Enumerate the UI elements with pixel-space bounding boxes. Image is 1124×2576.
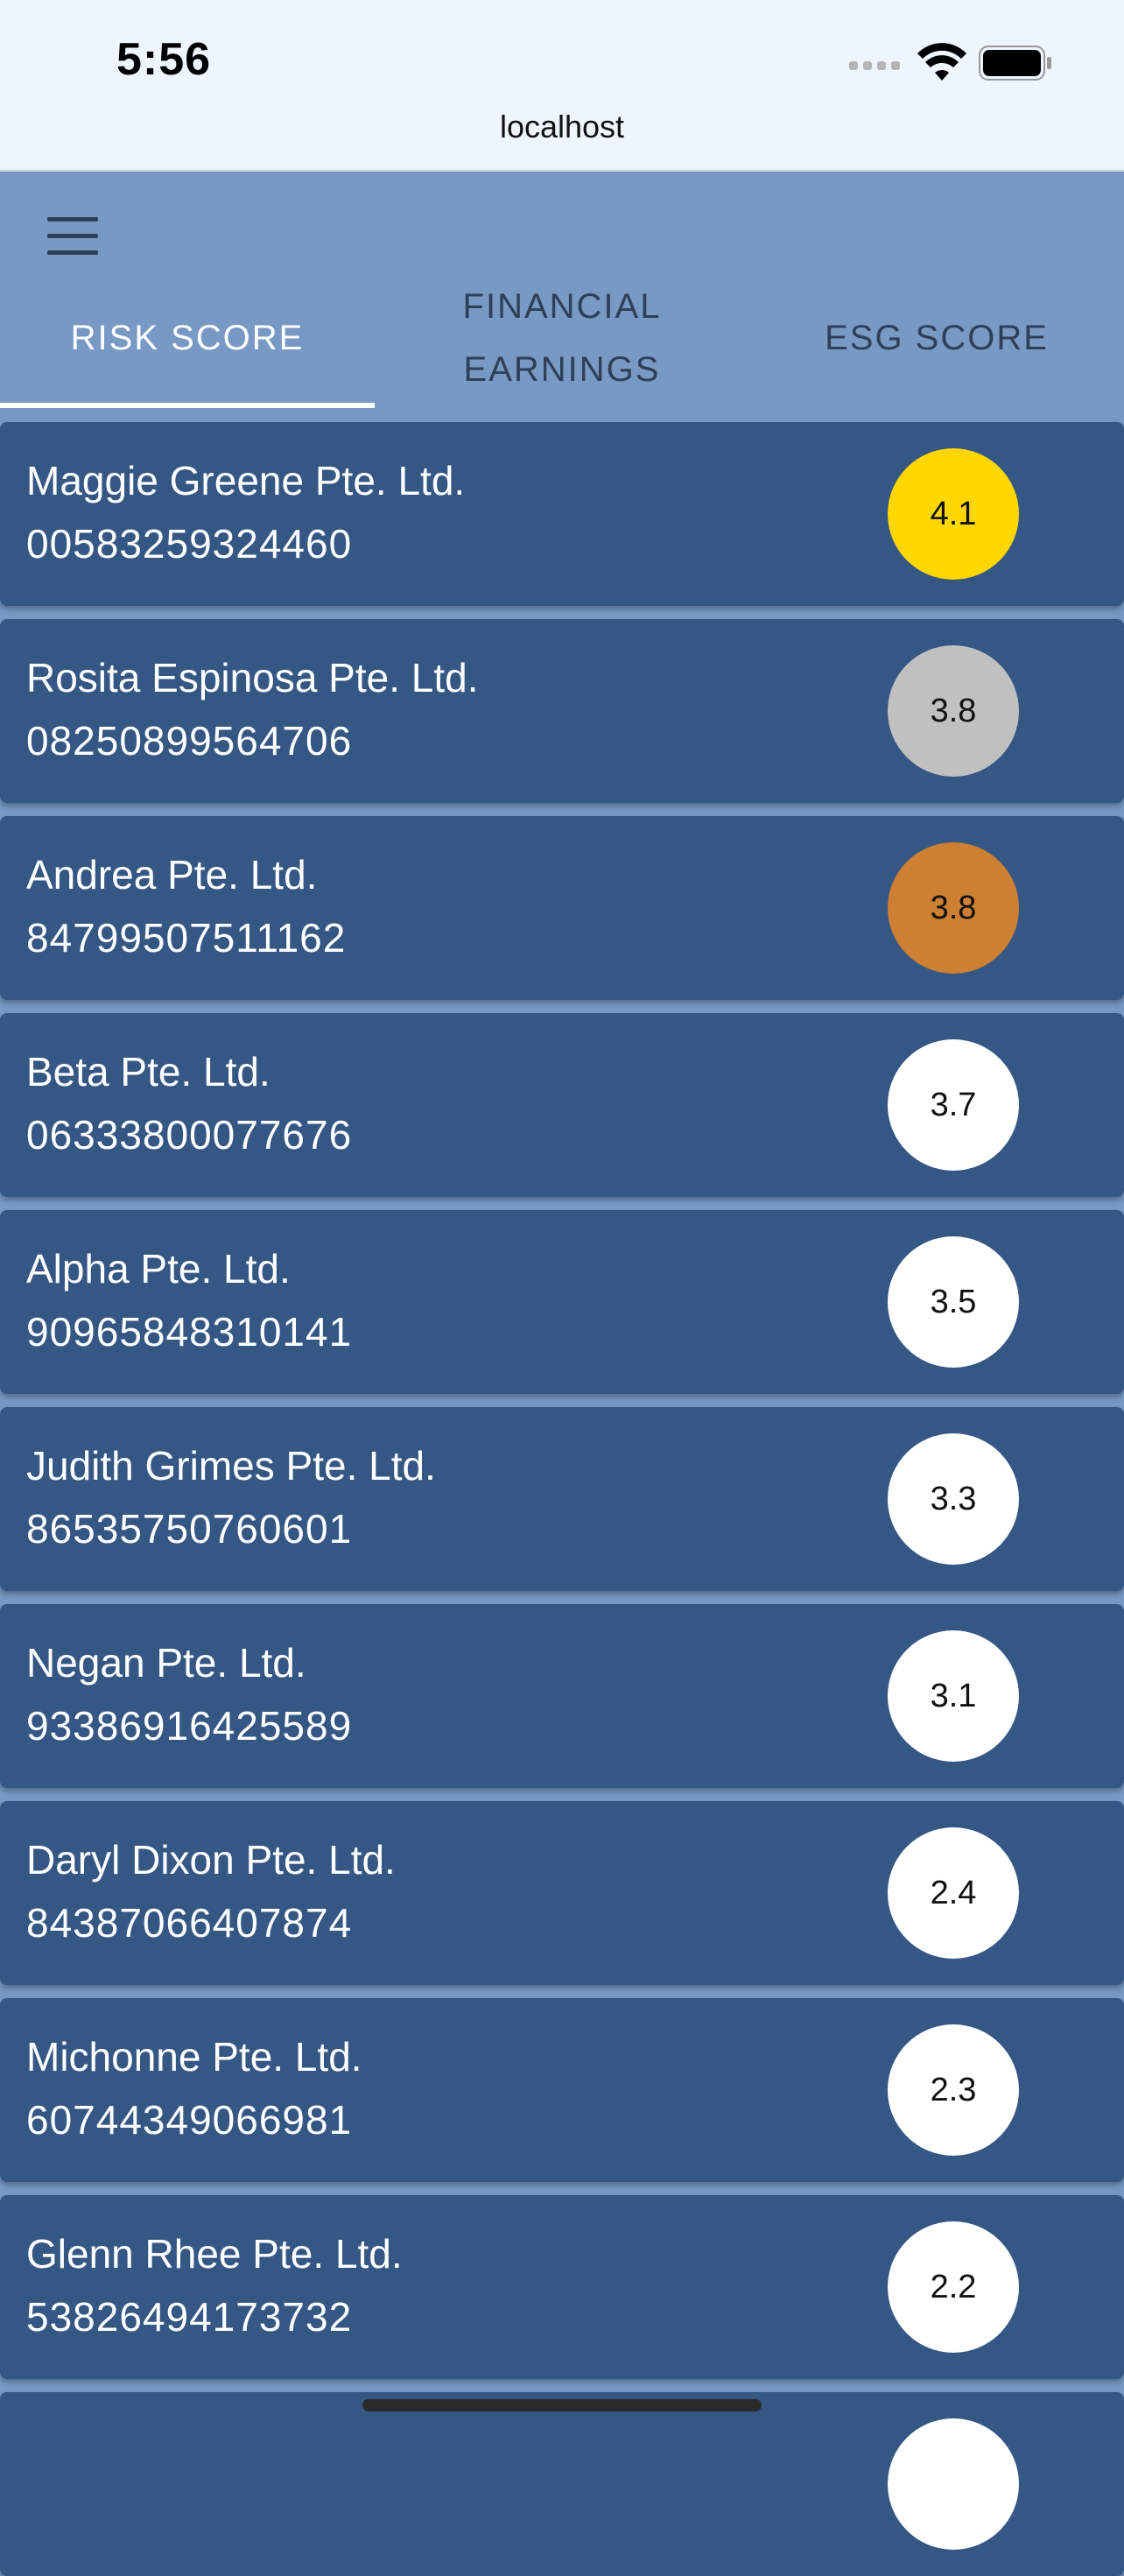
score-badge: 2.2 xyxy=(888,2221,1019,2353)
cellular-signal-icon xyxy=(849,61,900,70)
home-indicator[interactable] xyxy=(362,2399,762,2411)
company-card[interactable]: Michonne Pte. Ltd. 60744349066981 2.3 xyxy=(0,1998,1124,2182)
tab-label-line-1: FINANCIAL xyxy=(462,287,662,326)
score-badge: 3.7 xyxy=(888,1039,1019,1171)
company-id: 86535750760601 xyxy=(26,1506,353,1552)
score-badge: 3.3 xyxy=(888,1433,1019,1565)
score-badge: 3.5 xyxy=(888,1236,1019,1368)
company-name: Andrea Pte. Ltd. xyxy=(26,852,318,897)
company-name: Michonne Pte. Ltd. xyxy=(26,2034,362,2080)
battery-icon xyxy=(979,46,1051,81)
company-id: 60744349066981 xyxy=(26,2097,353,2143)
company-card-partial[interactable] xyxy=(0,2392,1124,2576)
score-badge: 3.1 xyxy=(888,1630,1019,1762)
app-header: RISK SCORE FINANCIAL EARNINGS ESG SCORE xyxy=(0,172,1124,408)
score-badge: 4.1 xyxy=(888,448,1019,580)
company-card[interactable]: Glenn Rhee Pte. Ltd. 53826494173732 2.2 xyxy=(0,2195,1124,2379)
tab-esg-score[interactable]: ESG SCORE xyxy=(749,268,1124,408)
company-card[interactable]: Rosita Espinosa Pte. Ltd. 08250899564706… xyxy=(0,619,1124,803)
company-name: Glenn Rhee Pte. Ltd. xyxy=(26,2231,403,2277)
company-name: Daryl Dixon Pte. Ltd. xyxy=(26,1837,396,1883)
company-id: 00583259324460 xyxy=(26,521,353,567)
company-card[interactable]: Judith Grimes Pte. Ltd. 86535750760601 3… xyxy=(0,1407,1124,1591)
score-badge: 2.4 xyxy=(888,1827,1019,1959)
company-card[interactable]: Alpha Pte. Ltd. 90965848310141 3.5 xyxy=(0,1210,1124,1394)
company-card[interactable]: Beta Pte. Ltd. 06333800077676 3.7 xyxy=(0,1013,1124,1197)
company-id: 93386916425589 xyxy=(26,1703,353,1749)
tab-label: ESG SCORE xyxy=(825,319,1049,357)
company-id: 84799507511162 xyxy=(26,915,347,961)
company-id: 84387066407874 xyxy=(26,1900,353,1946)
company-name: Beta Pte. Ltd. xyxy=(26,1049,270,1094)
address-bar-url[interactable]: localhost xyxy=(0,109,1124,145)
company-id: 08250899564706 xyxy=(26,718,353,764)
status-bar: 5:56 localhost xyxy=(0,0,1124,172)
tab-label-line-2: EARNINGS xyxy=(463,350,661,389)
company-id: 06333800077676 xyxy=(26,1112,353,1158)
company-name: Judith Grimes Pte. Ltd. xyxy=(26,1443,436,1489)
score-badge: 3.8 xyxy=(888,842,1019,974)
score-badge xyxy=(888,2418,1019,2550)
company-card[interactable]: Maggie Greene Pte. Ltd. 00583259324460 4… xyxy=(0,422,1124,606)
company-id: 53826494173732 xyxy=(26,2294,353,2340)
tab-risk-score[interactable]: RISK SCORE xyxy=(0,268,375,408)
company-name: Rosita Espinosa Pte. Ltd. xyxy=(26,655,479,700)
company-card[interactable]: Negan Pte. Ltd. 93386916425589 3.1 xyxy=(0,1604,1124,1788)
tab-bar: RISK SCORE FINANCIAL EARNINGS ESG SCORE xyxy=(0,268,1124,408)
company-card[interactable]: Daryl Dixon Pte. Ltd. 84387066407874 2.4 xyxy=(0,1801,1124,1985)
company-name: Alpha Pte. Ltd. xyxy=(26,1246,291,1292)
score-badge: 2.3 xyxy=(888,2024,1019,2156)
tab-financial-earnings[interactable]: FINANCIAL EARNINGS xyxy=(375,268,749,408)
status-time: 5:56 xyxy=(116,34,212,85)
company-id: 90965848310141 xyxy=(26,1309,353,1355)
company-name: Negan Pte. Ltd. xyxy=(26,1640,306,1686)
tab-label: RISK SCORE xyxy=(70,319,305,357)
score-badge: 3.8 xyxy=(888,645,1019,777)
hamburger-menu-icon[interactable] xyxy=(47,217,98,256)
company-name: Maggie Greene Pte. Ltd. xyxy=(26,458,466,503)
wifi-icon xyxy=(917,43,966,81)
company-card[interactable]: Andrea Pte. Ltd. 84799507511162 3.8 xyxy=(0,816,1124,1000)
